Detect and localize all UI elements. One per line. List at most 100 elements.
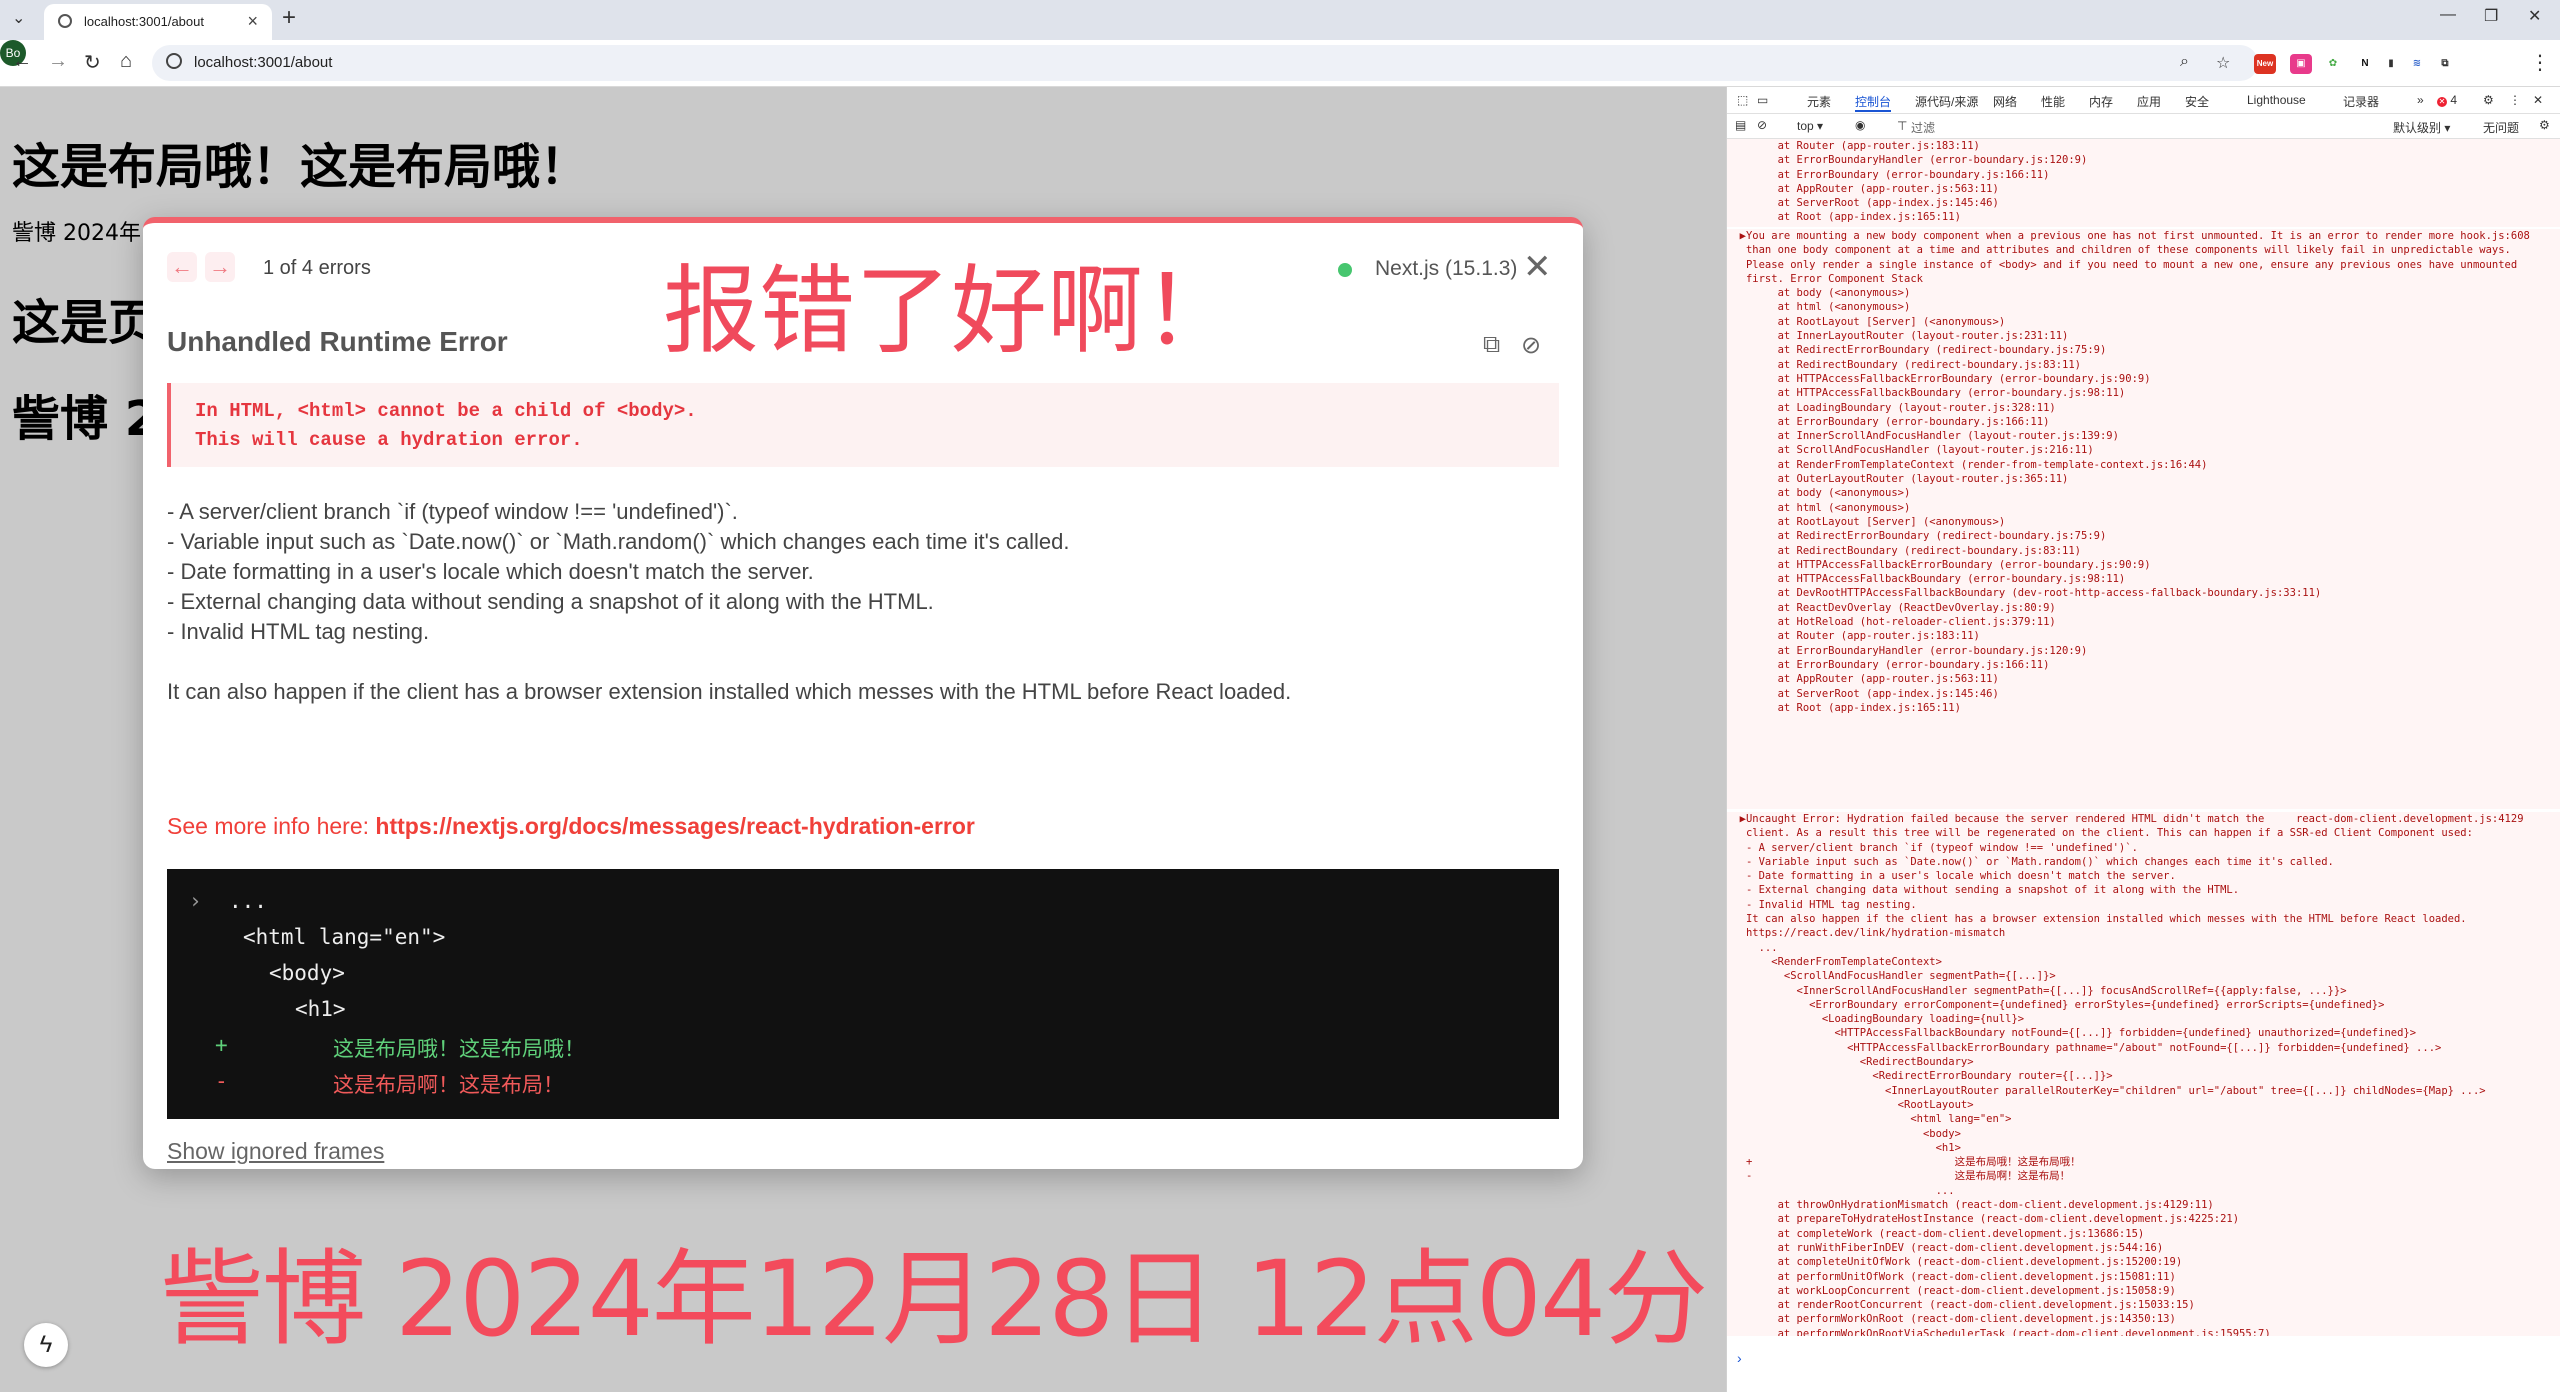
url-text[interactable]: localhost:3001/about — [194, 54, 332, 71]
page-heading-author: 訾博 2 — [12, 391, 159, 447]
console-line: https://react.dev/link/hydration-mismatc… — [1727, 927, 2006, 940]
annotation-text: 报错了好啊！ — [663, 255, 1239, 367]
reload-icon[interactable]: ↻ — [84, 50, 101, 75]
restore-icon[interactable]: ❐ — [2484, 6, 2498, 26]
devtools-tab[interactable]: 性能 — [2041, 93, 2065, 110]
sidebar-toggle-icon[interactable]: ▤ — [1735, 118, 1746, 132]
devtools-tab[interactable]: 网络 — [1993, 93, 2017, 110]
console-line: <InnerScrollAndFocusHandler segmentPath=… — [1727, 984, 2347, 997]
console-line: at html (<anonymous>) — [1727, 301, 1911, 314]
window-close-icon[interactable]: ✕ — [2528, 6, 2541, 26]
status-dot-icon — [1338, 263, 1352, 277]
close-overlay-icon[interactable]: ✕ — [1523, 247, 1552, 287]
address-bar[interactable]: localhost:3001/about ⌕ ☆ — [152, 45, 2258, 81]
diff-minus: - — [215, 1069, 228, 1093]
extension-color-icon[interactable]: ✿ — [2322, 54, 2344, 74]
show-ignored-frames-link[interactable]: Show ignored frames — [167, 1138, 384, 1165]
help-icon[interactable]: ⊘ — [1521, 331, 1541, 360]
page-viewport: 这是布局哦！这是布局哦！ 訾博 2024年 这是页 訾博 2 訾博 2024年1… — [0, 87, 1726, 1392]
eye-icon[interactable]: ◉ — [1855, 118, 1865, 132]
console-line: at completeUnitOfWork (react-dom-client.… — [1727, 1256, 2183, 1269]
next-error-button[interactable]: → — [205, 252, 235, 282]
console-line: at html (<anonymous>) — [1727, 501, 1911, 514]
devtools-close-icon[interactable]: ✕ — [2533, 93, 2543, 107]
console-line: <RenderFromTemplateContext> — [1727, 955, 1942, 968]
console-line: at ErrorBoundary (error-boundary.js:166:… — [1727, 168, 2050, 181]
settings-gear-icon[interactable]: ⚙ — [2483, 93, 2494, 107]
forward-icon[interactable]: → — [48, 50, 68, 73]
console-line: at workLoopConcurrent (react-dom-client.… — [1727, 1284, 2176, 1297]
console-line: <RootLayout> — [1727, 1098, 1974, 1111]
console-line: at ServerRoot (app-index.js:145:46) — [1727, 687, 1999, 700]
minimize-icon[interactable]: — — [2440, 6, 2456, 24]
console-prompt[interactable]: › — [1737, 1350, 1742, 1366]
extension-bookmark-icon[interactable]: ▮ — [2380, 54, 2402, 74]
browser-toolbar: ← → ↻ ⌂ localhost:3001/about ⌕ ☆ New ▣ ✿… — [0, 40, 2560, 87]
new-tab-button[interactable]: + — [282, 4, 296, 32]
more-tabs-icon[interactable]: » — [2417, 93, 2424, 107]
console-settings-icon[interactable]: ⚙ — [2539, 118, 2550, 132]
error-overlay-dialog: ← → 1 of 4 errors 报错了好啊！ Next.js (15.1.3… — [143, 217, 1583, 1169]
inspect-icon[interactable]: ⬚ — [1737, 93, 1748, 107]
expand-chevron-icon[interactable]: › — [189, 889, 202, 913]
menu-kebab-icon[interactable]: ⋮ — [2530, 50, 2550, 75]
tab-close-icon[interactable]: × — [247, 11, 258, 32]
back-icon[interactable]: ← — [12, 50, 32, 73]
docs-link[interactable]: https://nextjs.org/docs/messages/react-h… — [375, 813, 974, 839]
console-line: <RedirectErrorBoundary router={[...]}> — [1727, 1070, 2113, 1083]
console-line: at Router (app-router.js:183:11) — [1727, 140, 1980, 152]
devtools-menu-icon[interactable]: ⋮ — [2509, 93, 2521, 107]
error-count-value: 4 — [2450, 93, 2458, 107]
extension-pink-icon[interactable]: ▣ — [2290, 54, 2312, 74]
console-line: at ErrorBoundaryHandler (error-boundary.… — [1727, 644, 2088, 657]
author-line: 訾博 2024年 — [12, 221, 141, 246]
code-line: ... — [229, 889, 267, 913]
zoom-icon[interactable]: ⌕ — [2180, 53, 2189, 71]
diff-plus: + — [215, 1033, 228, 1057]
filter-icon[interactable]: ⊤ — [1897, 119, 1907, 133]
issues-indicator[interactable]: 无问题 — [2483, 119, 2519, 136]
devtools-tab[interactable]: 记录器 — [2343, 93, 2379, 110]
prev-error-button[interactable]: ← — [167, 252, 197, 282]
console-line: ... — [1727, 941, 1778, 954]
console-line: at ServerRoot (app-index.js:145:46) — [1727, 197, 1999, 210]
console-line: at Root (app-index.js:165:11) — [1727, 701, 1961, 714]
clear-console-icon[interactable]: ⊘ — [1757, 118, 1767, 132]
nextjs-dev-indicator-icon[interactable]: ϟ — [24, 1323, 68, 1367]
extension-new-icon[interactable]: New — [2254, 54, 2276, 74]
console-line: at body (<anonymous>) — [1727, 487, 1911, 500]
context-select[interactable]: top ▾ — [1797, 119, 1823, 133]
console-line: - 这是布局啊！这是布局！ — [1727, 1170, 2071, 1183]
devtools-tab-active[interactable]: 控制台 — [1855, 93, 1892, 112]
devtools-tab[interactable]: 安全 — [2185, 93, 2209, 110]
home-icon[interactable]: ⌂ — [120, 50, 132, 73]
devtools-tab[interactable]: 应用 — [2137, 93, 2161, 110]
console-message: ▶Uncaught Error: Hydration failed becaus… — [1727, 812, 2560, 1336]
copy-icon[interactable]: ⧉ — [1483, 331, 1500, 359]
console-line: <ScrollAndFocusHandler segmentPath={[...… — [1727, 970, 2056, 983]
tab-search-icon[interactable]: ⌄ — [12, 8, 25, 28]
console-line: client. As a result this tree will be re… — [1727, 827, 2473, 840]
console-line: at RootLayout [Server] (<anonymous>) — [1727, 515, 2006, 528]
console-line: at performWorkOnRoot (react-dom-client.d… — [1727, 1313, 2176, 1326]
code-line-removed: 这是布局啊！这是布局！ — [333, 1073, 564, 1097]
browser-tab[interactable]: localhost:3001/about × — [44, 4, 272, 40]
devtools-tab[interactable]: 元素 — [1807, 93, 1831, 110]
error-count-badge[interactable]: ✕ 4 — [2437, 93, 2457, 107]
filter-input[interactable]: 过滤 — [1911, 119, 1935, 136]
devtools-tab[interactable]: 源代码/来源 — [1915, 93, 1978, 110]
console-message: at Router (app-router.js:183:11) at Erro… — [1727, 139, 2560, 227]
extensions-puzzle-icon[interactable]: ⧉ — [2434, 54, 2456, 74]
console-line: at HotReload (hot-reloader-client.js:379… — [1727, 616, 2056, 629]
console-line: - Variable input such as `Date.now()` or… — [1727, 855, 2334, 868]
console-line: at runWithFiberInDEV (react-dom-client.d… — [1727, 1241, 2164, 1254]
error-icon: ✕ — [2437, 97, 2447, 107]
log-level-select[interactable]: 默认级别 ▾ — [2393, 119, 2450, 136]
device-toggle-icon[interactable]: ▭ — [1757, 93, 1768, 107]
extension-translate-icon[interactable]: ≋ — [2406, 54, 2428, 74]
site-info-icon[interactable] — [166, 53, 182, 69]
devtools-tab[interactable]: 内存 — [2089, 93, 2113, 110]
extension-n-icon[interactable]: N — [2354, 54, 2376, 74]
bookmark-star-icon[interactable]: ☆ — [2216, 53, 2230, 73]
devtools-tab[interactable]: Lighthouse — [2247, 93, 2306, 107]
